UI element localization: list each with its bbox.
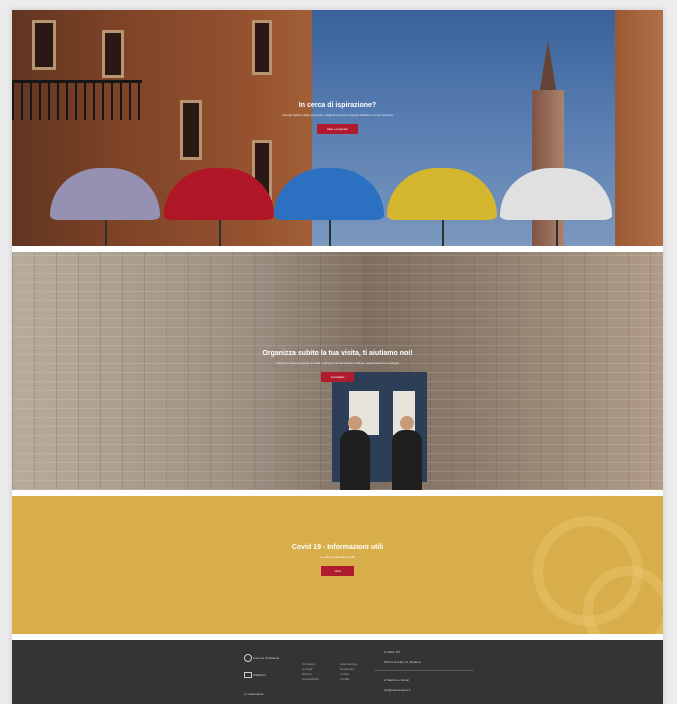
covid-content: Covid 19 - Informazioni utili Le ultime … — [12, 544, 663, 577]
covid-title: Covid 19 - Informazioni utili — [291, 544, 384, 551]
footer-divider — [374, 670, 474, 671]
contact-2-title-text: Telefono e Email — [386, 678, 409, 682]
footer-link[interactable]: Credits — [340, 677, 357, 682]
hero-inspiration-section: In cerca di ispirazione? Lasciati ispira… — [12, 10, 663, 246]
inspiration-button[interactable]: Idee e proposte — [317, 124, 358, 134]
visit-button[interactable]: Contattaci — [320, 372, 355, 382]
contact-1-title-text: Ufficio IAT — [386, 650, 401, 654]
hero-visit-title: Organizza subito la tua visita, ti aiuti… — [262, 350, 413, 357]
site-footer: Comune di Modena UNESCO ◎ visitmodena Ch… — [12, 640, 663, 704]
covid-subtitle: Le ultime informazioni utili — [320, 555, 355, 559]
unesco-logo[interactable]: UNESCO — [244, 672, 284, 682]
person-figure — [392, 416, 422, 490]
web-page: In cerca di ispirazione? Lasciati ispira… — [12, 10, 663, 704]
city-logo[interactable]: Comune di Modena — [244, 654, 284, 664]
hero-inspiration-content: In cerca di ispirazione? Lasciati ispira… — [12, 102, 663, 135]
hero-inspiration-title: In cerca di ispirazione? — [298, 102, 377, 109]
city-logo-label: Comune di Modena — [252, 655, 280, 660]
footer-column-1: Chi siamo Contatti Privacy Accessibilità — [302, 662, 319, 682]
covid-button[interactable]: Vedi — [320, 566, 355, 576]
covid-info-section: Covid 19 - Informazioni utili Le ultime … — [12, 496, 663, 634]
contact-1-detail: Piazza Grande 14, Modena — [384, 660, 421, 664]
hero-visit-section: Organizza subito la tua visita, ti aiuti… — [12, 252, 663, 490]
footer-column-2: Area stampa Newsletter Cookie Credits — [340, 662, 357, 682]
social-label: visitmodena — [247, 692, 264, 696]
person-figure — [340, 416, 370, 490]
contact-2-detail[interactable]: info@visitmodena.it — [384, 688, 410, 692]
unesco-logo-label: UNESCO — [252, 672, 266, 677]
contact-1-title: ● Ufficio IAT — [384, 650, 400, 654]
hero-visit-subtitle: Scopri le nostre proposte di visita, i s… — [275, 361, 400, 365]
hero-visit-content: Organizza subito la tua visita, ti aiuti… — [12, 350, 663, 383]
footer-link[interactable]: Accessibilità — [302, 677, 319, 682]
contact-2-title: ● Telefono e Email — [384, 678, 409, 682]
social-link[interactable]: ◎ visitmodena — [244, 692, 284, 702]
hero-inspiration-subtitle: Lasciati ispirare dalle proposte e dagli… — [281, 113, 394, 117]
